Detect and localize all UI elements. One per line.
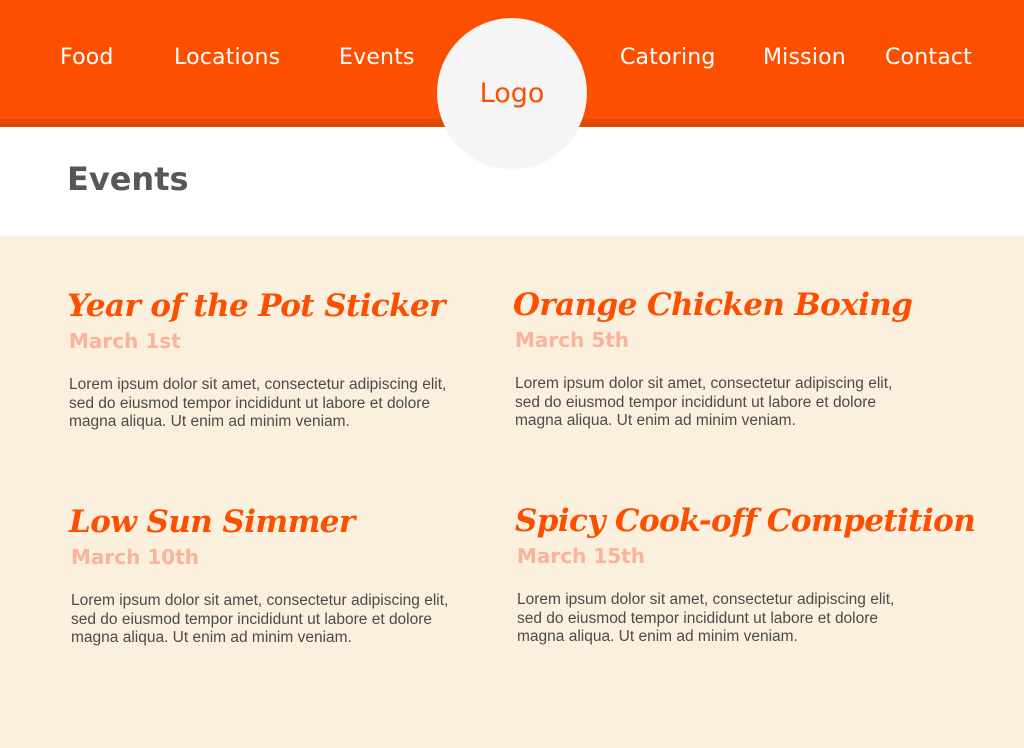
page-title: Events	[67, 160, 189, 198]
event-card: Orange Chicken Boxing March 5th Lorem ip…	[513, 285, 933, 431]
event-date: March 1st	[69, 329, 181, 353]
event-card: Low Sun Simmer March 10th Lorem ipsum do…	[69, 502, 489, 648]
event-card: Spicy Cook-off Competition March 15th Lo…	[515, 501, 976, 647]
event-date: March 15th	[517, 544, 645, 568]
nav-link-mission[interactable]: Mission	[763, 43, 846, 73]
event-description: Lorem ipsum dolor sit amet, consectetur …	[69, 376, 447, 430]
events-section: Year of the Pot Sticker March 1st Lorem …	[0, 236, 1024, 748]
event-title: Spicy Cook-off Competition	[515, 503, 976, 539]
logo[interactable]: Logo	[437, 18, 587, 168]
event-date: March 5th	[515, 328, 630, 352]
nav-link-locations[interactable]: Locations	[174, 43, 280, 73]
nav-link-food[interactable]: Food	[60, 43, 114, 73]
event-card: Year of the Pot Sticker March 1st Lorem …	[67, 286, 487, 432]
event-description: Lorem ipsum dolor sit amet, consectetur …	[71, 592, 449, 646]
nav-link-catoring[interactable]: Catoring	[620, 43, 716, 73]
event-description: Lorem ipsum dolor sit amet, consectetur …	[517, 591, 895, 645]
event-date: March 10th	[71, 545, 199, 569]
event-title: Low Sun Simmer	[69, 504, 355, 540]
event-title: Year of the Pot Sticker	[67, 288, 446, 324]
nav-link-contact[interactable]: Contact	[885, 43, 972, 73]
event-title: Orange Chicken Boxing	[513, 287, 913, 323]
event-description: Lorem ipsum dolor sit amet, consectetur …	[515, 375, 893, 429]
nav-link-events[interactable]: Events	[339, 43, 415, 73]
